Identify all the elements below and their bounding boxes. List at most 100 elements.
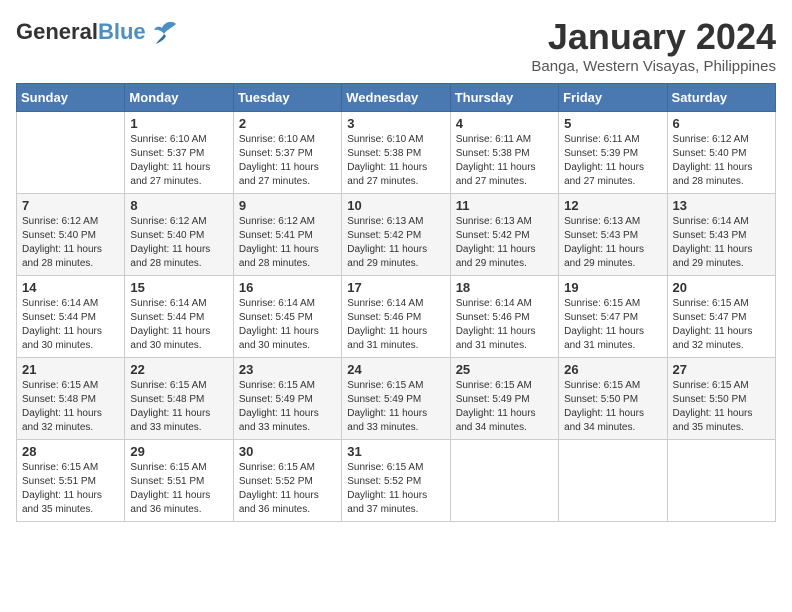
day-number: 30	[239, 444, 336, 459]
day-number: 27	[673, 362, 770, 377]
logo: GeneralBlue	[16, 16, 180, 48]
calendar-cell: 19 Sunrise: 6:15 AMSunset: 5:47 PMDayligh…	[559, 276, 667, 358]
day-info: Sunrise: 6:10 AMSunset: 5:37 PMDaylight:…	[239, 133, 336, 189]
day-number: 9	[239, 198, 336, 213]
day-info: Sunrise: 6:15 AMSunset: 5:49 PMDaylight:…	[239, 379, 336, 435]
calendar-cell: 27 Sunrise: 6:15 AMSunset: 5:50 PMDayligh…	[667, 358, 775, 440]
day-number: 8	[130, 198, 227, 213]
day-number: 23	[239, 362, 336, 377]
calendar-cell: 25Sunrise: 6:15 AMSunset: 5:49 PMDayligh…	[450, 358, 558, 440]
day-number: 24	[347, 362, 444, 377]
weekday-header-saturday: Saturday	[667, 84, 775, 112]
calendar-table: SundayMondayTuesdayWednesdayThursdayFrid…	[16, 83, 776, 522]
day-info: Sunrise: 6:15 AMSunset: 5:50 PMDaylight:…	[673, 379, 770, 435]
calendar-cell: 11Sunrise: 6:13 AMSunset: 5:42 PMDayligh…	[450, 194, 558, 276]
calendar-cell: 4Sunrise: 6:11 AMSunset: 5:38 PMDaylight…	[450, 112, 558, 194]
day-info: Sunrise: 6:12 AMSunset: 5:40 PMDaylight:…	[22, 215, 119, 271]
calendar-cell: 28 Sunrise: 6:15 AMSunset: 5:51 PMDayligh…	[17, 440, 125, 522]
calendar-cell: 26 Sunrise: 6:15 AMSunset: 5:50 PMDayligh…	[559, 358, 667, 440]
weekday-header-tuesday: Tuesday	[233, 84, 341, 112]
day-number: 18	[456, 280, 553, 295]
page-header: GeneralBlue January 2024 Banga, Western …	[16, 16, 776, 75]
calendar-cell: 20 Sunrise: 6:15 AMSunset: 5:47 PMDayligh…	[667, 276, 775, 358]
calendar-cell: 24 Sunrise: 6:15 AMSunset: 5:49 PMDayligh…	[342, 358, 450, 440]
calendar-cell: 9 Sunrise: 6:12 AMSunset: 5:41 PMDaylight…	[233, 194, 341, 276]
calendar-cell	[450, 440, 558, 522]
calendar-cell: 17 Sunrise: 6:14 AMSunset: 5:46 PMDayligh…	[342, 276, 450, 358]
weekday-header-monday: Monday	[125, 84, 233, 112]
calendar-cell	[17, 112, 125, 194]
day-number: 19	[564, 280, 661, 295]
calendar-cell	[559, 440, 667, 522]
calendar-cell: 10 Sunrise: 6:13 AMSunset: 5:42 PMDayligh…	[342, 194, 450, 276]
day-number: 16	[239, 280, 336, 295]
calendar-cell: 18 Sunrise: 6:14 AMSunset: 5:46 PMDayligh…	[450, 276, 558, 358]
calendar-cell: 21 Sunrise: 6:15 AMSunset: 5:48 PMDayligh…	[17, 358, 125, 440]
day-number: 13	[673, 198, 770, 213]
day-info: Sunrise: 6:14 AMSunset: 5:44 PMDaylight:…	[130, 297, 227, 353]
day-info: Sunrise: 6:14 AMSunset: 5:45 PMDaylight:…	[239, 297, 336, 353]
day-number: 15	[130, 280, 227, 295]
month-title: January 2024	[531, 16, 776, 58]
logo-bird-icon	[148, 16, 180, 48]
day-info: Sunrise: 6:15 AMSunset: 5:48 PMDaylight:…	[22, 379, 119, 435]
calendar-cell: 5Sunrise: 6:11 AMSunset: 5:39 PMDaylight…	[559, 112, 667, 194]
day-number: 17	[347, 280, 444, 295]
day-number: 20	[673, 280, 770, 295]
calendar-cell: 29Sunrise: 6:15 AMSunset: 5:51 PMDayligh…	[125, 440, 233, 522]
calendar-cell: 1Sunrise: 6:10 AMSunset: 5:37 PMDaylight…	[125, 112, 233, 194]
day-info: Sunrise: 6:15 AMSunset: 5:48 PMDaylight:…	[130, 379, 227, 435]
day-info: Sunrise: 6:14 AMSunset: 5:43 PMDaylight:…	[673, 215, 770, 271]
day-info: Sunrise: 6:15 AMSunset: 5:49 PMDaylight:…	[456, 379, 553, 435]
calendar-cell: 7 Sunrise: 6:12 AMSunset: 5:40 PMDaylight…	[17, 194, 125, 276]
day-number: 5	[564, 116, 661, 131]
calendar-cell: 2 Sunrise: 6:10 AMSunset: 5:37 PMDaylight…	[233, 112, 341, 194]
day-info: Sunrise: 6:14 AMSunset: 5:46 PMDaylight:…	[347, 297, 444, 353]
calendar-cell: 8 Sunrise: 6:12 AMSunset: 5:40 PMDaylight…	[125, 194, 233, 276]
day-info: Sunrise: 6:14 AMSunset: 5:46 PMDaylight:…	[456, 297, 553, 353]
calendar-cell: 6Sunrise: 6:12 AMSunset: 5:40 PMDaylight…	[667, 112, 775, 194]
day-info: Sunrise: 6:13 AMSunset: 5:43 PMDaylight:…	[564, 215, 661, 271]
calendar-cell: 23 Sunrise: 6:15 AMSunset: 5:49 PMDayligh…	[233, 358, 341, 440]
day-info: Sunrise: 6:14 AMSunset: 5:44 PMDaylight:…	[22, 297, 119, 353]
calendar-cell: 22 Sunrise: 6:15 AMSunset: 5:48 PMDayligh…	[125, 358, 233, 440]
day-number: 10	[347, 198, 444, 213]
weekday-header-thursday: Thursday	[450, 84, 558, 112]
calendar-cell: 16 Sunrise: 6:14 AMSunset: 5:45 PMDayligh…	[233, 276, 341, 358]
weekday-header-sunday: Sunday	[17, 84, 125, 112]
location-subtitle: Banga, Western Visayas, Philippines	[531, 58, 776, 75]
day-number: 28	[22, 444, 119, 459]
day-info: Sunrise: 6:15 AMSunset: 5:47 PMDaylight:…	[673, 297, 770, 353]
day-number: 22	[130, 362, 227, 377]
weekday-header-wednesday: Wednesday	[342, 84, 450, 112]
day-info: Sunrise: 6:12 AMSunset: 5:40 PMDaylight:…	[673, 133, 770, 189]
day-info: Sunrise: 6:12 AMSunset: 5:40 PMDaylight:…	[130, 215, 227, 271]
day-number: 3	[347, 116, 444, 131]
day-info: Sunrise: 6:15 AMSunset: 5:51 PMDaylight:…	[130, 461, 227, 517]
title-area: January 2024 Banga, Western Visayas, Phi…	[531, 16, 776, 75]
day-info: Sunrise: 6:15 AMSunset: 5:49 PMDaylight:…	[347, 379, 444, 435]
day-number: 1	[130, 116, 227, 131]
logo-general: General	[16, 19, 98, 44]
day-info: Sunrise: 6:15 AMSunset: 5:52 PMDaylight:…	[347, 461, 444, 517]
day-info: Sunrise: 6:15 AMSunset: 5:47 PMDaylight:…	[564, 297, 661, 353]
calendar-cell: 15 Sunrise: 6:14 AMSunset: 5:44 PMDayligh…	[125, 276, 233, 358]
calendar-cell: 3Sunrise: 6:10 AMSunset: 5:38 PMDaylight…	[342, 112, 450, 194]
day-number: 14	[22, 280, 119, 295]
day-number: 11	[456, 198, 553, 213]
day-number: 26	[564, 362, 661, 377]
day-number: 7	[22, 198, 119, 213]
logo-blue: Blue	[98, 19, 146, 44]
day-number: 31	[347, 444, 444, 459]
day-info: Sunrise: 6:15 AMSunset: 5:51 PMDaylight:…	[22, 461, 119, 517]
day-info: Sunrise: 6:11 AMSunset: 5:38 PMDaylight:…	[456, 133, 553, 189]
calendar-cell: 13 Sunrise: 6:14 AMSunset: 5:43 PMDayligh…	[667, 194, 775, 276]
day-info: Sunrise: 6:13 AMSunset: 5:42 PMDaylight:…	[347, 215, 444, 271]
weekday-header-friday: Friday	[559, 84, 667, 112]
calendar-cell: 12Sunrise: 6:13 AMSunset: 5:43 PMDayligh…	[559, 194, 667, 276]
calendar-cell: 31 Sunrise: 6:15 AMSunset: 5:52 PMDayligh…	[342, 440, 450, 522]
day-number: 2	[239, 116, 336, 131]
day-number: 21	[22, 362, 119, 377]
day-info: Sunrise: 6:12 AMSunset: 5:41 PMDaylight:…	[239, 215, 336, 271]
day-info: Sunrise: 6:15 AMSunset: 5:50 PMDaylight:…	[564, 379, 661, 435]
